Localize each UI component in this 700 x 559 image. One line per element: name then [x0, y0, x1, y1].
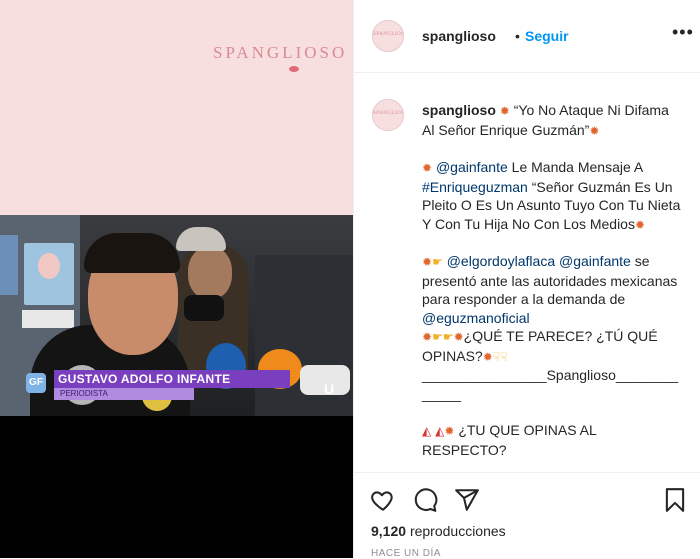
avatar-label: SPANGLIOSO	[373, 32, 403, 37]
collision-icon: ✹	[482, 349, 493, 364]
caption-paragraph: ✹ @gainfante Le Manda Mensaje A #Enrique…	[422, 158, 684, 234]
video-player[interactable]: GF GUSTAVO ADOLFO INFANTE PERIODISTA U	[0, 215, 353, 416]
lower-third: GUSTAVO ADOLFO INFANTE PERIODISTA	[54, 370, 290, 400]
post-timestamp[interactable]: HACE UN DÍA	[371, 548, 441, 559]
pointing-down-icon: ☟	[500, 349, 508, 364]
caption-paragraph: ✹☛ @elgordoylaflaca @gainfante se presen…	[422, 252, 684, 403]
comment-icon[interactable]	[412, 487, 438, 513]
background-poster	[24, 243, 74, 305]
collision-icon: ✹	[453, 330, 464, 344]
views-label: reproducciones	[409, 523, 506, 539]
views-count[interactable]: 9,120 reproducciones	[371, 523, 506, 539]
caption-section: SPANGLIOSO spanglioso ✹ “Yo No Ataque Ni…	[354, 73, 700, 471]
post-actions: 9,120 reproducciones HACE UN DÍA	[354, 472, 700, 559]
username-link[interactable]: spanglioso	[422, 28, 496, 44]
mention-link[interactable]: @eguzmanoficial	[422, 310, 530, 326]
caption-username[interactable]: spanglioso	[422, 102, 496, 118]
lower-third-name: GUSTAVO ADOLFO INFANTE	[54, 370, 290, 388]
collision-icon: ✹	[499, 104, 510, 118]
share-icon[interactable]	[454, 487, 480, 513]
mention-link[interactable]: @gainfante	[559, 253, 631, 269]
mention-link[interactable]: @gainfante	[436, 159, 508, 175]
avatar[interactable]: SPANGLIOSO	[372, 99, 404, 131]
background-poster	[0, 235, 18, 295]
background-person-mask	[184, 295, 224, 321]
avatar[interactable]: SPANGLIOSO	[372, 20, 404, 52]
background-person-face	[188, 247, 232, 299]
caption-paragraph: spanglioso ✹ “Yo No Ataque Ni Difama Al …	[422, 101, 684, 140]
lips-icon	[289, 66, 299, 72]
pointing-hand-icon: ☛	[442, 330, 454, 344]
avatar-label: SPANGLIOSO	[373, 111, 403, 116]
like-icon[interactable]	[370, 487, 396, 513]
background-sign	[22, 310, 74, 328]
brand-watermark: SPANGLIOSO	[213, 43, 348, 62]
media-top-banner: SPANGLIOSO	[0, 0, 353, 215]
siren-icon: ◭	[435, 424, 445, 438]
pointing-hand-icon: ☛	[432, 330, 443, 344]
channel-corner-logo: GF	[26, 373, 46, 393]
collision-icon: ✹	[589, 123, 600, 138]
siren-icon: ◭	[422, 424, 432, 438]
hashtag-link[interactable]: #Enriqueguzman	[422, 179, 528, 195]
collision-icon: ✹	[422, 255, 433, 269]
collision-icon: ✹	[422, 330, 433, 344]
follow-button[interactable]: Seguir	[525, 28, 569, 44]
collision-icon: ✹	[422, 161, 433, 175]
separator-dot: •	[515, 28, 520, 44]
more-icon[interactable]: •••	[672, 22, 694, 43]
views-number: 9,120	[371, 523, 407, 539]
pointing-down-icon: ☟	[492, 349, 501, 364]
background-person-cap	[176, 227, 226, 251]
pointing-hand-icon: ☛	[432, 255, 443, 269]
post-header: SPANGLIOSO spanglioso • Seguir •••	[354, 0, 700, 73]
caption-text: spanglioso ✹ “Yo No Ataque Ni Difama Al …	[422, 101, 684, 471]
caption-line: Le Manda Mensaje A	[511, 159, 643, 175]
bookmark-icon[interactable]	[662, 487, 688, 513]
lower-third-role: PERIODISTA	[54, 388, 194, 400]
post-media[interactable]: SPANGLIOSO GF GUSTAVO ADOLFO INFANTE PER…	[0, 0, 353, 558]
caption-paragraph: ◭ ◭✹ ¿TU QUE OPINAS AL RESPECTO?	[422, 421, 684, 459]
speaker-hair	[84, 233, 180, 273]
mention-link[interactable]: @elgordoylaflaca	[447, 253, 555, 269]
caption-signature: ________________Spanglioso_____________	[422, 367, 679, 402]
post-side-panel: SPANGLIOSO spanglioso • Seguir ••• SPANG…	[353, 0, 700, 559]
network-logo: U	[323, 381, 335, 397]
collision-icon: ✹	[444, 424, 455, 438]
collision-icon: ✹	[634, 217, 646, 232]
